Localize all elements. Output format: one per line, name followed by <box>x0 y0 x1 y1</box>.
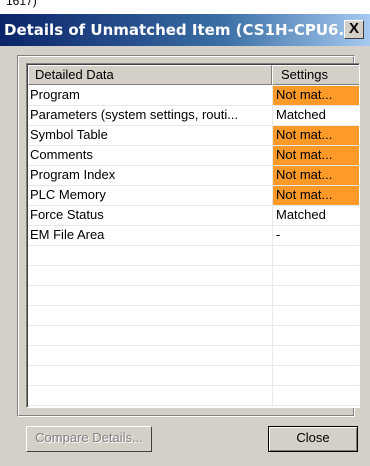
list-view-body: Detailed Data Settings Program Not mat...… <box>27 64 359 407</box>
empty-row <box>28 366 359 386</box>
empty-row <box>28 346 359 366</box>
detailed-data-cell: Force Status <box>30 207 104 222</box>
table-row[interactable]: Program Not mat... <box>28 86 359 106</box>
table-row[interactable]: Comments Not mat... <box>28 146 359 166</box>
compare-details-button[interactable]: Compare Details... <box>26 426 152 452</box>
table-row[interactable]: Program Index Not mat... <box>28 166 359 186</box>
empty-row <box>28 386 359 406</box>
detailed-data-cell: Comments <box>30 147 93 162</box>
detailed-data-cell: PLC Memory <box>30 187 106 202</box>
column-header-detailed-data[interactable]: Detailed Data <box>28 65 272 85</box>
dialog-window: 1617) Details of Unmatched Item (CS1H-CP… <box>0 0 370 466</box>
detailed-data-cell: Program <box>30 87 80 102</box>
title-bar[interactable]: Details of Unmatched Item (CS1H-CPU6... … <box>0 14 370 46</box>
settings-cell: Matched <box>272 106 359 125</box>
settings-cell: Not mat... <box>272 126 359 145</box>
settings-cell: Not mat... <box>272 146 359 165</box>
empty-row <box>28 306 359 326</box>
table-row[interactable]: EM File Area - <box>28 226 359 246</box>
empty-row <box>28 246 359 266</box>
list-header: Detailed Data Settings <box>28 65 359 85</box>
settings-cell: Not mat... <box>272 186 359 205</box>
settings-cell: Not mat... <box>272 166 359 185</box>
table-row[interactable]: Parameters (system settings, routi... Mat… <box>28 106 359 126</box>
background-fragment: 1617) <box>0 0 370 14</box>
close-button[interactable]: Close <box>268 426 358 452</box>
detailed-data-cell: Program Index <box>30 167 116 182</box>
empty-row <box>28 326 359 346</box>
settings-cell: Matched <box>272 206 359 225</box>
detailed-data-cell: Parameters (system settings, routi... <box>30 107 239 122</box>
settings-cell: - <box>272 226 359 245</box>
table-row[interactable]: Symbol Table Not mat... <box>28 126 359 146</box>
table-row[interactable]: PLC Memory Not mat... <box>28 186 359 206</box>
detailed-data-cell: Symbol Table <box>30 127 108 142</box>
detailed-data-cell: EM File Area <box>30 227 105 242</box>
close-icon[interactable]: X <box>344 20 364 39</box>
window-title: Details of Unmatched Item (CS1H-CPU6... <box>4 21 356 39</box>
table-row[interactable]: Force Status Matched <box>28 206 359 226</box>
background-text: 1617) <box>6 0 37 8</box>
settings-cell: Not mat... <box>272 86 359 105</box>
empty-row <box>28 286 359 306</box>
details-list-view[interactable]: Detailed Data Settings Program Not mat...… <box>26 63 360 408</box>
list-rows: Program Not mat... Parameters (system sett… <box>28 86 359 406</box>
empty-row <box>28 266 359 286</box>
column-header-settings[interactable]: Settings <box>272 65 359 85</box>
